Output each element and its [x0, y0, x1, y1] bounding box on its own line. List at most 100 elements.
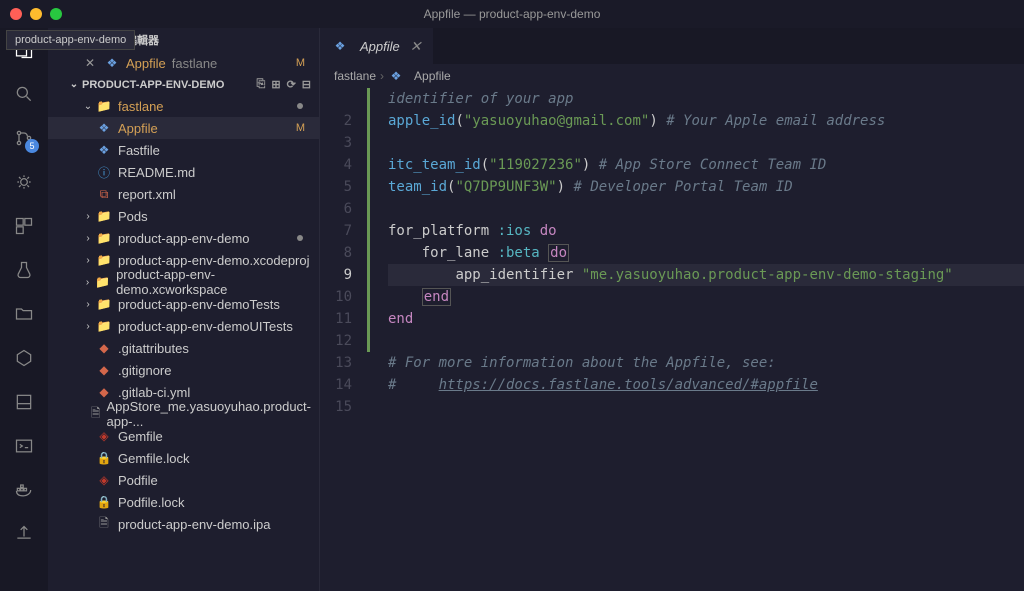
fastlane-file-icon: ❖: [96, 142, 112, 158]
folder-icon[interactable]: [12, 302, 36, 326]
git-icon: ◆: [96, 384, 112, 400]
code-content[interactable]: identifier of your appapple_id("yasuoyuh…: [370, 88, 1024, 591]
code-line[interactable]: # https://docs.fastlane.tools/advanced/#…: [388, 374, 1024, 396]
source-control-icon[interactable]: 5: [12, 126, 36, 150]
new-file-icon[interactable]: ⎘: [257, 78, 266, 91]
folder-item[interactable]: ›📁product-app-env-demoTests: [48, 293, 319, 315]
chevron-right-icon: ›: [82, 255, 94, 266]
file-item[interactable]: 🔒 Podfile.lock: [48, 491, 319, 513]
folder-label: product-app-env-demoUITests: [118, 319, 293, 334]
file-readme[interactable]: ⓘ README.md: [48, 161, 319, 183]
file-item[interactable]: 🗎AppStore_me.yasuoyuhao.product-app-...: [48, 403, 319, 425]
folder-item[interactable]: ›📁Pods: [48, 205, 319, 227]
file-item[interactable]: ◆ .gitignore: [48, 359, 319, 381]
tab-appfile[interactable]: ❖ Appfile ✕: [320, 28, 433, 64]
folder-item[interactable]: ›📁product-app-env-demo.xcworkspace: [48, 271, 319, 293]
file-reportxml[interactable]: ⧉ report.xml: [48, 183, 319, 205]
file-label: Fastfile: [118, 143, 160, 158]
code-line[interactable]: identifier of your app: [388, 88, 1024, 110]
code-line[interactable]: end: [388, 286, 1024, 308]
lock-icon: 🔒: [96, 494, 112, 510]
new-folder-icon[interactable]: ⊞: [271, 78, 280, 91]
maximize-window-button[interactable]: [50, 8, 62, 20]
folder-item[interactable]: ›📁 product-app-env-demo: [48, 227, 319, 249]
code-line[interactable]: end: [388, 308, 1024, 330]
project-name: PRODUCT-APP-ENV-DEMO: [82, 79, 224, 91]
code-line[interactable]: app_identifier "me.yasuoyuhao.product-ap…: [388, 264, 1024, 286]
code-line[interactable]: [388, 132, 1024, 154]
folder-fastlane[interactable]: ⌄ 📁 fastlane: [48, 95, 319, 117]
editor-area: ❖ Appfile ✕ fastlane › ❖ Appfile 2345678…: [320, 28, 1024, 591]
file-label: .gitignore: [118, 363, 171, 378]
code-line[interactable]: [388, 198, 1024, 220]
panel-icon[interactable]: [12, 390, 36, 414]
extensions-icon[interactable]: [12, 214, 36, 238]
window-controls: [10, 8, 62, 20]
file-appfile[interactable]: ❖ Appfile M: [48, 117, 319, 139]
window-title: Appfile — product-app-env-demo: [424, 7, 601, 21]
code-line[interactable]: for_lane :beta do: [388, 242, 1024, 264]
file-item[interactable]: 🔒Gemfile.lock: [48, 447, 319, 469]
close-window-button[interactable]: [10, 8, 22, 20]
folder-item[interactable]: ›📁product-app-env-demoUITests: [48, 315, 319, 337]
ruby-icon: ◈: [96, 428, 112, 444]
tooltip: product-app-env-demo: [6, 30, 135, 50]
refresh-icon[interactable]: ⟳: [287, 78, 296, 91]
breadcrumb-seg[interactable]: Appfile: [414, 69, 451, 83]
file-item[interactable]: ◆.gitattributes: [48, 337, 319, 359]
git-icon: ◆: [96, 362, 112, 378]
folder-label: product-app-env-demo: [118, 231, 250, 246]
code-line[interactable]: for_platform :ios do: [388, 220, 1024, 242]
chevron-right-icon: ›: [82, 277, 93, 288]
file-fastfile[interactable]: ❖ Fastfile: [48, 139, 319, 161]
chevron-right-icon: ›: [82, 211, 94, 222]
folder-label: product-app-env-demo.xcodeproj: [118, 253, 310, 268]
file-item[interactable]: 🗎product-app-env-demo.ipa: [48, 513, 319, 535]
breadcrumb-seg[interactable]: fastlane: [334, 69, 376, 83]
collapse-icon[interactable]: ⊟: [302, 78, 311, 91]
chevron-right-icon: ›: [380, 69, 384, 83]
file-label: Gemfile.lock: [118, 451, 190, 466]
share-icon[interactable]: [12, 522, 36, 546]
folder-label: Pods: [118, 209, 148, 224]
file-label: Podfile.lock: [118, 495, 184, 510]
titlebar: Appfile — product-app-env-demo: [0, 0, 1024, 28]
file-label: Gemfile: [118, 429, 163, 444]
docker-icon[interactable]: [12, 478, 36, 502]
open-editor-item[interactable]: ✕ ❖ Appfile fastlane M: [48, 52, 319, 74]
folder-icon: 📁: [96, 230, 112, 246]
file-label: AppStore_me.yasuoyuhao.product-app-...: [106, 399, 311, 429]
search-icon[interactable]: [12, 82, 36, 106]
project-header[interactable]: ⌄ PRODUCT-APP-ENV-DEMO ⎘ ⊞ ⟳ ⊟: [48, 74, 319, 95]
code-line[interactable]: team_id("Q7DP9UNF3W") # Developer Portal…: [388, 176, 1024, 198]
file-icon: 🗎: [96, 516, 112, 532]
folder-icon: 📁: [95, 274, 110, 290]
close-icon[interactable]: ✕: [82, 55, 98, 71]
file-name: Appfile: [126, 56, 166, 71]
fastlane-file-icon: ❖: [96, 120, 112, 136]
git-dot: [297, 235, 303, 241]
folder-icon: 📁: [96, 98, 112, 114]
file-label: .gitattributes: [118, 341, 189, 356]
debug-icon[interactable]: [12, 170, 36, 194]
test-icon[interactable]: [12, 258, 36, 282]
code-line[interactable]: [388, 330, 1024, 352]
code-line[interactable]: # For more information about the Appfile…: [388, 352, 1024, 374]
terminal-icon[interactable]: [12, 434, 36, 458]
kubernetes-icon[interactable]: [12, 346, 36, 370]
minimize-window-button[interactable]: [30, 8, 42, 20]
code-line[interactable]: apple_id("yasuoyuhao@gmail.com") # Your …: [388, 110, 1024, 132]
code-editor[interactable]: 23456789101112131415 identifier of your …: [320, 88, 1024, 591]
file-item[interactable]: ◈Podfile: [48, 469, 319, 491]
folder-icon: 📁: [96, 318, 112, 334]
code-line[interactable]: itc_team_id("119027236") # App Store Con…: [388, 154, 1024, 176]
close-icon[interactable]: ✕: [410, 38, 422, 55]
breadcrumb[interactable]: fastlane › ❖ Appfile: [320, 64, 1024, 88]
line-gutter: 23456789101112131415: [320, 88, 370, 591]
xml-icon: ⧉: [96, 186, 112, 202]
info-icon: ⓘ: [96, 164, 112, 180]
code-line[interactable]: [388, 396, 1024, 418]
chevron-right-icon: ›: [82, 233, 94, 244]
file-label: .gitlab-ci.yml: [118, 385, 190, 400]
folder-label: product-app-env-demoTests: [118, 297, 280, 312]
